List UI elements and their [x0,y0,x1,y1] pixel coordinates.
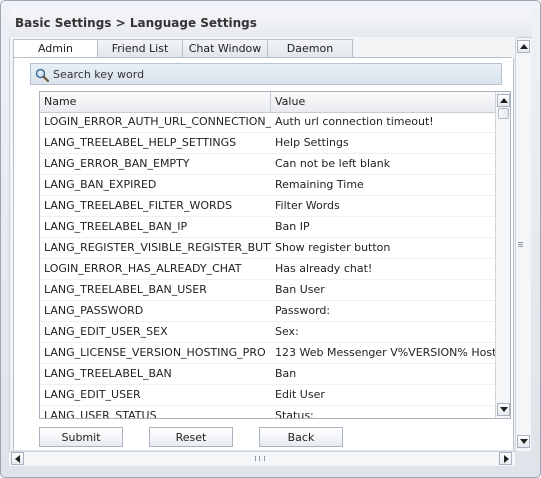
table-row[interactable]: LANG_TREELABEL_HELP_SETTINGS Help Setting… [40,133,496,154]
cell-name: LANG_PASSWORD [44,304,144,317]
column-header-name[interactable]: Name [40,92,271,112]
cell-value: Status: [275,409,314,419]
tab-chat-window[interactable]: Chat Window [182,39,268,58]
cell-value: Show register button [275,241,391,254]
cell-value: Ban [275,367,297,380]
table-row[interactable]: LOGIN_ERROR_HAS_ALREADY_CHAT Has already … [40,259,496,280]
page-scroll-up-button[interactable] [517,40,530,53]
arrow-right-icon [504,455,509,463]
reset-button[interactable]: Reset [149,427,233,447]
page-horizontal-scrollbar[interactable] [9,451,515,466]
cell-value: Auth url connection timeout! [275,115,434,128]
search-box[interactable] [30,63,502,85]
table-vertical-scrollbar[interactable] [495,92,510,418]
cell-name: LANG_TREELABEL_HELP_SETTINGS [44,136,237,149]
cell-value: Has already chat! [275,262,373,275]
magnifier-icon [35,68,49,82]
scroll-grip-icon [518,242,523,243]
header-bar: Basic Settings > Language Settings [9,9,532,38]
arrow-left-icon [15,455,20,463]
cell-value: Can not be left blank [275,157,391,170]
table-body: LOGIN_ERROR_AUTH_URL_CONNECTION_TIM Auth … [40,112,496,419]
cell-value: Remaining Time [275,178,364,191]
page-scroll-right-button[interactable] [499,452,512,465]
cell-value: 123 Web Messenger V%VERSION% Hosting F [275,346,496,359]
table-scroll-down-button[interactable] [497,403,510,416]
tab-bar: Admin Friend List Chat Window Daemon [13,39,353,59]
table-row[interactable]: LANG_ERROR_BAN_EMPTY Can not be left blan… [40,154,496,175]
table-row[interactable]: LANG_EDIT_USER Edit User [40,385,496,406]
scroll-grip-icon [518,244,523,245]
cell-value: Ban User [275,283,325,296]
cell-name: LANG_EDIT_USER_SEX [44,325,168,338]
table-row[interactable]: LANG_TREELABEL_FILTER_WORDS Filter Words [40,196,496,217]
table-scroll-up-button[interactable] [497,94,510,107]
cell-value: Ban IP [275,220,310,233]
cell-name: LANG_TREELABEL_FILTER_WORDS [44,199,233,212]
table-row[interactable]: LANG_TREELABEL_BAN_USER Ban User [40,280,496,301]
cell-name: LOGIN_ERROR_AUTH_URL_CONNECTION_TIM [44,115,271,128]
cell-name: LANG_TREELABEL_BAN_IP [44,220,188,233]
page-scroll-left-button[interactable] [11,452,24,465]
arrow-down-icon [520,439,528,444]
search-input[interactable] [53,66,493,82]
tab-daemon[interactable]: Daemon [267,39,353,58]
back-button[interactable]: Back [259,427,343,447]
scroll-grip-icon [259,456,260,461]
breadcrumb: Basic Settings > Language Settings [15,16,257,30]
cell-name: LANG_TREELABEL_BAN_USER [44,283,207,296]
cell-name: LANG_LICENSE_VERSION_HOSTING_PRO [44,346,266,359]
cell-name: LOGIN_ERROR_HAS_ALREADY_CHAT [44,262,242,275]
cell-name: LANG_TREELABEL_BAN [44,367,172,380]
cell-name: LANG_EDIT_USER [44,388,141,401]
table-header: Name Value [40,92,496,113]
tab-friend-list[interactable]: Friend List [97,39,183,58]
tab-admin[interactable]: Admin [13,39,98,59]
table-row[interactable]: LANG_EDIT_USER_SEX Sex: [40,322,496,343]
arrow-down-icon [500,407,508,412]
table-row[interactable]: LANG_LICENSE_VERSION_HOSTING_PRO 123 Web … [40,343,496,364]
table-row[interactable]: LANG_BAN_EXPIRED Remaining Time [40,175,496,196]
scroll-grip-icon [255,456,265,461]
scroll-grip-icon [518,246,523,247]
table-row[interactable]: LANG_TREELABEL_BAN_IP Ban IP [40,217,496,238]
cell-name: LANG_BAN_EXPIRED [44,178,157,191]
cell-name: LANG_REGISTER_VISIBLE_REGISTER_BUTTON [44,241,271,254]
table-row[interactable]: LANG_PASSWORD Password: [40,301,496,322]
page-vertical-scrollbar[interactable] [515,38,531,451]
arrow-up-icon [500,98,508,103]
cell-value: Password: [275,304,331,317]
language-table: Name Value LOGIN_ERROR_AUTH_URL_CONNECTI… [39,91,511,419]
page-scroll-down-button[interactable] [517,435,530,448]
table-row[interactable]: LANG_REGISTER_VISIBLE_REGISTER_BUTTON Sho… [40,238,496,259]
arrow-up-icon [520,44,528,49]
cell-name: LANG_USER_STATUS [44,409,157,419]
cell-value: Edit User [275,388,325,401]
cell-value: Filter Words [275,199,340,212]
table-row[interactable]: LANG_TREELABEL_BAN Ban [40,364,496,385]
column-header-value[interactable]: Value [271,92,496,112]
cell-name: LANG_ERROR_BAN_EMPTY [44,157,190,170]
submit-button[interactable]: Submit [39,427,123,447]
table-row[interactable]: LANG_USER_STATUS Status: [40,406,496,419]
cell-value: Sex: [275,325,299,338]
table-scroll-thumb[interactable] [498,108,509,119]
settings-window: Basic Settings > Language Settings Admin… [0,0,541,478]
cell-value: Help Settings [275,136,349,149]
table-row[interactable]: LOGIN_ERROR_AUTH_URL_CONNECTION_TIM Auth … [40,112,496,133]
